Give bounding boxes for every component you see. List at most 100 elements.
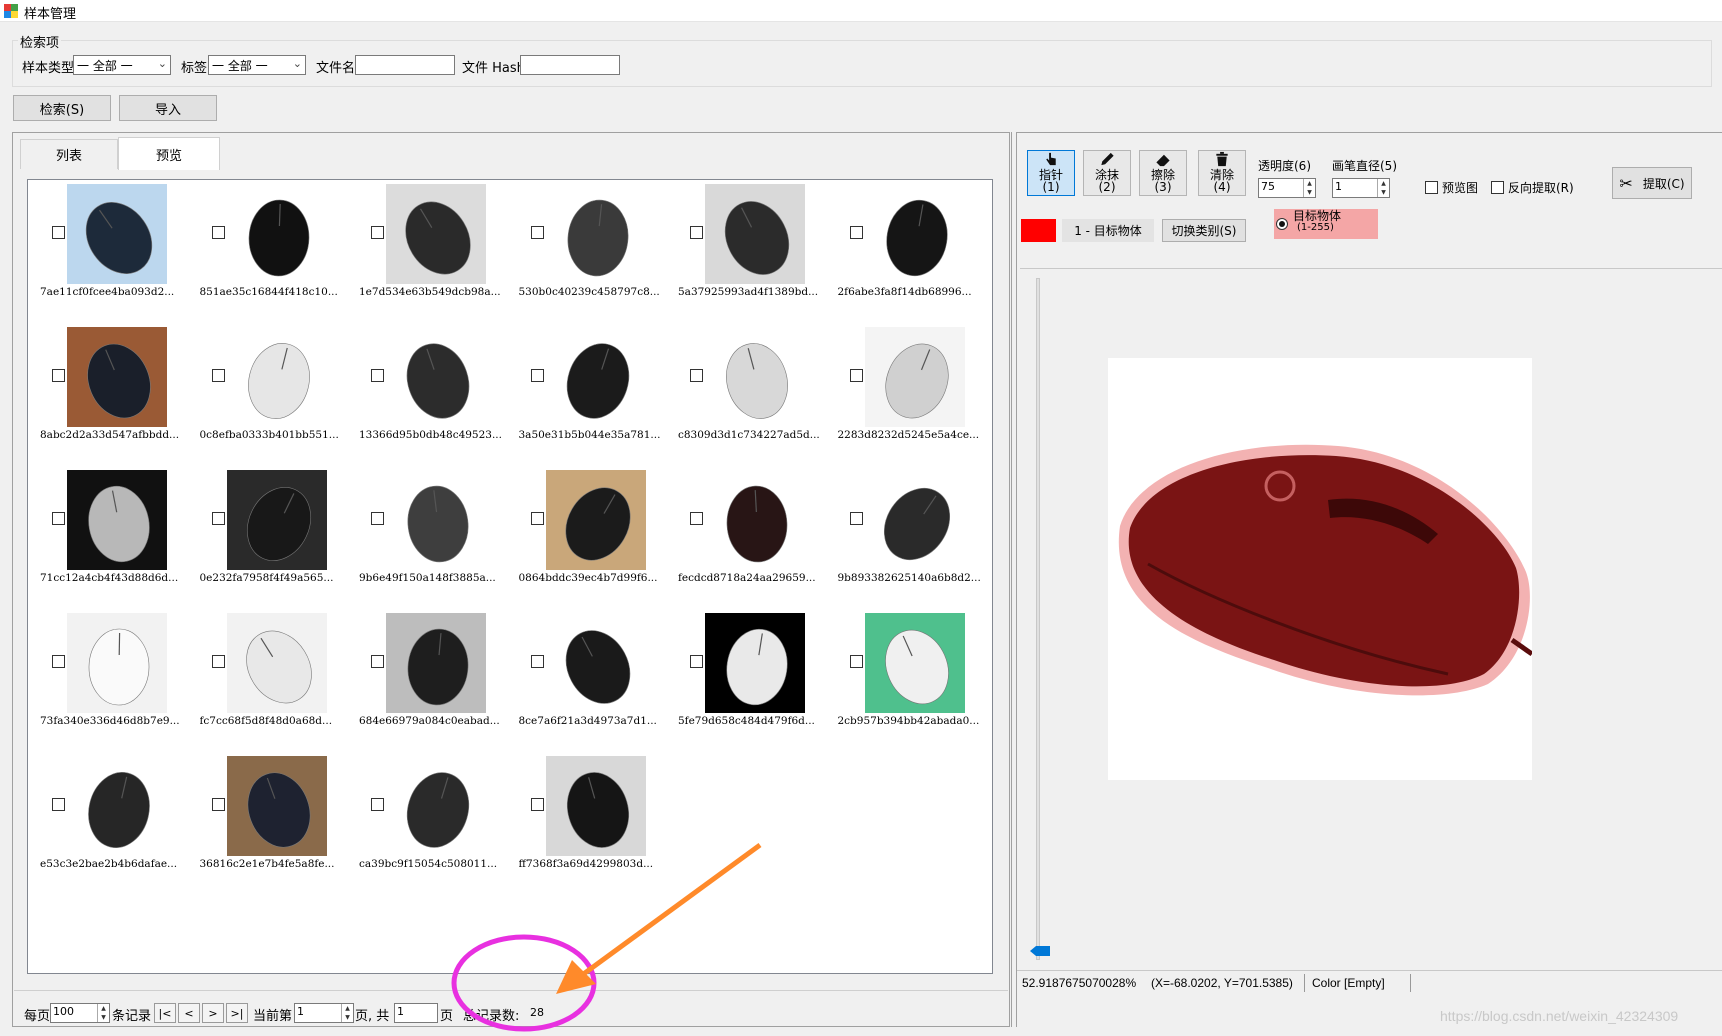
- stepper-up-icon[interactable]: ▲: [1303, 179, 1315, 188]
- thumbnail-item[interactable]: 9b893382625140a6b8d2...: [826, 466, 984, 596]
- thumbnail-image[interactable]: [545, 470, 646, 570]
- thumbnail-item[interactable]: fc7cc68f5d8f48d0a68d...: [188, 609, 346, 739]
- per-page-stepper[interactable]: 100 ▲ ▼: [50, 1003, 110, 1023]
- sample-type-select[interactable]: 一 全部 一 ⌄: [73, 55, 171, 75]
- thumbnail-checkbox[interactable]: [371, 798, 384, 811]
- target-radio[interactable]: [1276, 218, 1288, 230]
- thumbnail-checkbox[interactable]: [371, 655, 384, 668]
- stepper-up-icon[interactable]: ▲: [97, 1004, 109, 1013]
- thumbnail-checkbox[interactable]: [849, 512, 863, 525]
- thumbnail-image[interactable]: [67, 184, 167, 284]
- thumbnail-image[interactable]: [226, 184, 327, 284]
- thumbnail-checkbox[interactable]: [530, 512, 544, 525]
- thumbnail-item[interactable]: 8abc2d2a33d547afbbdd...: [28, 323, 186, 453]
- thumbnail-image[interactable]: [67, 470, 167, 570]
- thumbnail-checkbox[interactable]: [530, 655, 544, 668]
- eraser-tool-button[interactable]: 擦除 (3): [1139, 150, 1187, 196]
- thumbnail-checkbox[interactable]: [371, 226, 384, 239]
- thumbnail-checkbox[interactable]: [371, 369, 384, 382]
- thumbnail-checkbox[interactable]: [52, 226, 65, 239]
- zoom-slider-track[interactable]: [1036, 278, 1040, 960]
- thumbnail-item[interactable]: 7ae11cf0fcee4ba093d2...: [28, 180, 186, 310]
- thumbnail-image[interactable]: [67, 613, 167, 713]
- filename-input[interactable]: [355, 55, 455, 75]
- thumbnail-item[interactable]: 684e66979a084c0eabad...: [347, 609, 505, 739]
- thumbnail-image[interactable]: [226, 470, 327, 570]
- thumbnail-item[interactable]: 2cb957b394bb42abada0...: [826, 609, 984, 739]
- thumbnail-item[interactable]: 3a50e31b5b044e35a781...: [507, 323, 665, 453]
- stepper-down-icon[interactable]: ▼: [1303, 188, 1315, 197]
- thumbnail-checkbox[interactable]: [52, 369, 65, 382]
- thumbnail-checkbox[interactable]: [52, 655, 65, 668]
- thumbnail-image[interactable]: [386, 470, 486, 570]
- thumbnail-image[interactable]: [545, 327, 646, 427]
- thumbnail-image[interactable]: [386, 613, 486, 713]
- thumbnail-item[interactable]: 36816c2e1e7b4fe5a8fe...: [188, 752, 346, 882]
- thumbnail-checkbox[interactable]: [690, 369, 703, 382]
- thumbnail-image[interactable]: [705, 613, 805, 713]
- thumbnail-item[interactable]: 8ce7a6f21a3d4973a7d1...: [507, 609, 665, 739]
- thumbnail-item[interactable]: e53c3e2bae2b4b6dafae...: [28, 752, 186, 882]
- stepper-down-icon[interactable]: ▼: [341, 1013, 353, 1022]
- thumbnail-checkbox[interactable]: [211, 655, 225, 668]
- thumbnail-image[interactable]: [705, 327, 805, 427]
- thumbnail-checkbox[interactable]: [849, 369, 863, 382]
- thumbnail-item[interactable]: ff7368f3a69d4299803d...: [507, 752, 665, 882]
- pointer-tool-button[interactable]: 指针 (1): [1027, 150, 1075, 196]
- stepper-up-icon[interactable]: ▲: [341, 1004, 353, 1013]
- stepper-down-icon[interactable]: ▼: [97, 1013, 109, 1022]
- thumbnail-item[interactable]: 5a37925993ad4f1389bd...: [666, 180, 824, 310]
- thumbnail-checkbox[interactable]: [849, 655, 863, 668]
- reverse-extract-checkbox[interactable]: [1491, 181, 1504, 194]
- last-page-button[interactable]: >|: [226, 1003, 248, 1023]
- thumbnail-image[interactable]: [67, 756, 167, 856]
- thumbnail-item[interactable]: 0c8efba0333b401bb551...: [188, 323, 346, 453]
- thumbnail-item[interactable]: c8309d3d1c734227ad5d...: [666, 323, 824, 453]
- thumbnail-image[interactable]: [545, 613, 646, 713]
- thumbnail-checkbox[interactable]: [211, 369, 225, 382]
- import-button[interactable]: 导入: [119, 95, 217, 121]
- thumbnail-image[interactable]: [705, 184, 805, 284]
- thumbnail-item[interactable]: 1e7d534e63b549dcb98a...: [347, 180, 505, 310]
- hash-input[interactable]: [520, 55, 620, 75]
- thumbnail-item[interactable]: 9b6e49f150a148f3885a...: [347, 466, 505, 596]
- stepper-down-icon[interactable]: ▼: [1377, 188, 1389, 197]
- thumbnail-image[interactable]: [864, 327, 965, 427]
- thumbnail-item[interactable]: 0e232fa7958f4f49a565...: [188, 466, 346, 596]
- thumbnail-image[interactable]: [226, 327, 327, 427]
- thumbnail-image[interactable]: [67, 327, 167, 427]
- extract-button[interactable]: ✂ 提取(C): [1612, 167, 1692, 199]
- thumbnail-checkbox[interactable]: [690, 512, 703, 525]
- preview-checkbox[interactable]: [1425, 181, 1438, 194]
- class-color-swatch[interactable]: [1021, 219, 1056, 242]
- thumbnail-item[interactable]: ca39bc9f15054c508011...: [347, 752, 505, 882]
- tag-select[interactable]: 一 全部 一 ⌄: [208, 55, 306, 75]
- thumbnail-item[interactable]: 851ae35c16844f418c10...: [188, 180, 346, 310]
- thumbnail-item[interactable]: 13366d95b0db48c49523...: [347, 323, 505, 453]
- thumbnail-checkbox[interactable]: [211, 798, 225, 811]
- thumbnail-checkbox[interactable]: [211, 512, 225, 525]
- thumbnail-item[interactable]: 5fe79d658c484d479f6d...: [666, 609, 824, 739]
- thumbnail-checkbox[interactable]: [530, 226, 544, 239]
- thumbnail-checkbox[interactable]: [690, 655, 703, 668]
- thumbnail-item[interactable]: 73fa340e336d46d8b7e9...: [28, 609, 186, 739]
- thumbnail-image[interactable]: [864, 470, 965, 570]
- first-page-button[interactable]: |<: [154, 1003, 176, 1023]
- pen-size-stepper[interactable]: 1 ▲ ▼: [1332, 178, 1390, 198]
- thumbnail-checkbox[interactable]: [690, 226, 703, 239]
- thumbnail-image[interactable]: [545, 184, 646, 284]
- thumbnail-item[interactable]: 530b0c40239c458797c8...: [507, 180, 665, 310]
- thumbnail-image[interactable]: [864, 184, 965, 284]
- thumbnail-item[interactable]: 0864bddc39ec4b7d99f6...: [507, 466, 665, 596]
- thumbnail-image[interactable]: [386, 327, 486, 427]
- thumbnail-image[interactable]: [705, 470, 805, 570]
- brush-tool-button[interactable]: 涂抹 (2): [1083, 150, 1131, 196]
- thumbnail-item[interactable]: 2f6abe3fa8f14db68996...: [826, 180, 984, 310]
- thumbnail-image[interactable]: [226, 613, 327, 713]
- thumbnail-item[interactable]: fecdcd8718a24aa29659...: [666, 466, 824, 596]
- clear-tool-button[interactable]: 清除 (4): [1198, 150, 1246, 196]
- thumbnail-checkbox[interactable]: [371, 512, 384, 525]
- switch-class-button[interactable]: 切换类别(S): [1162, 219, 1246, 242]
- tab-list[interactable]: 列表: [20, 139, 118, 169]
- thumbnail-item[interactable]: 2283d8232d5245e5a4ce...: [826, 323, 984, 453]
